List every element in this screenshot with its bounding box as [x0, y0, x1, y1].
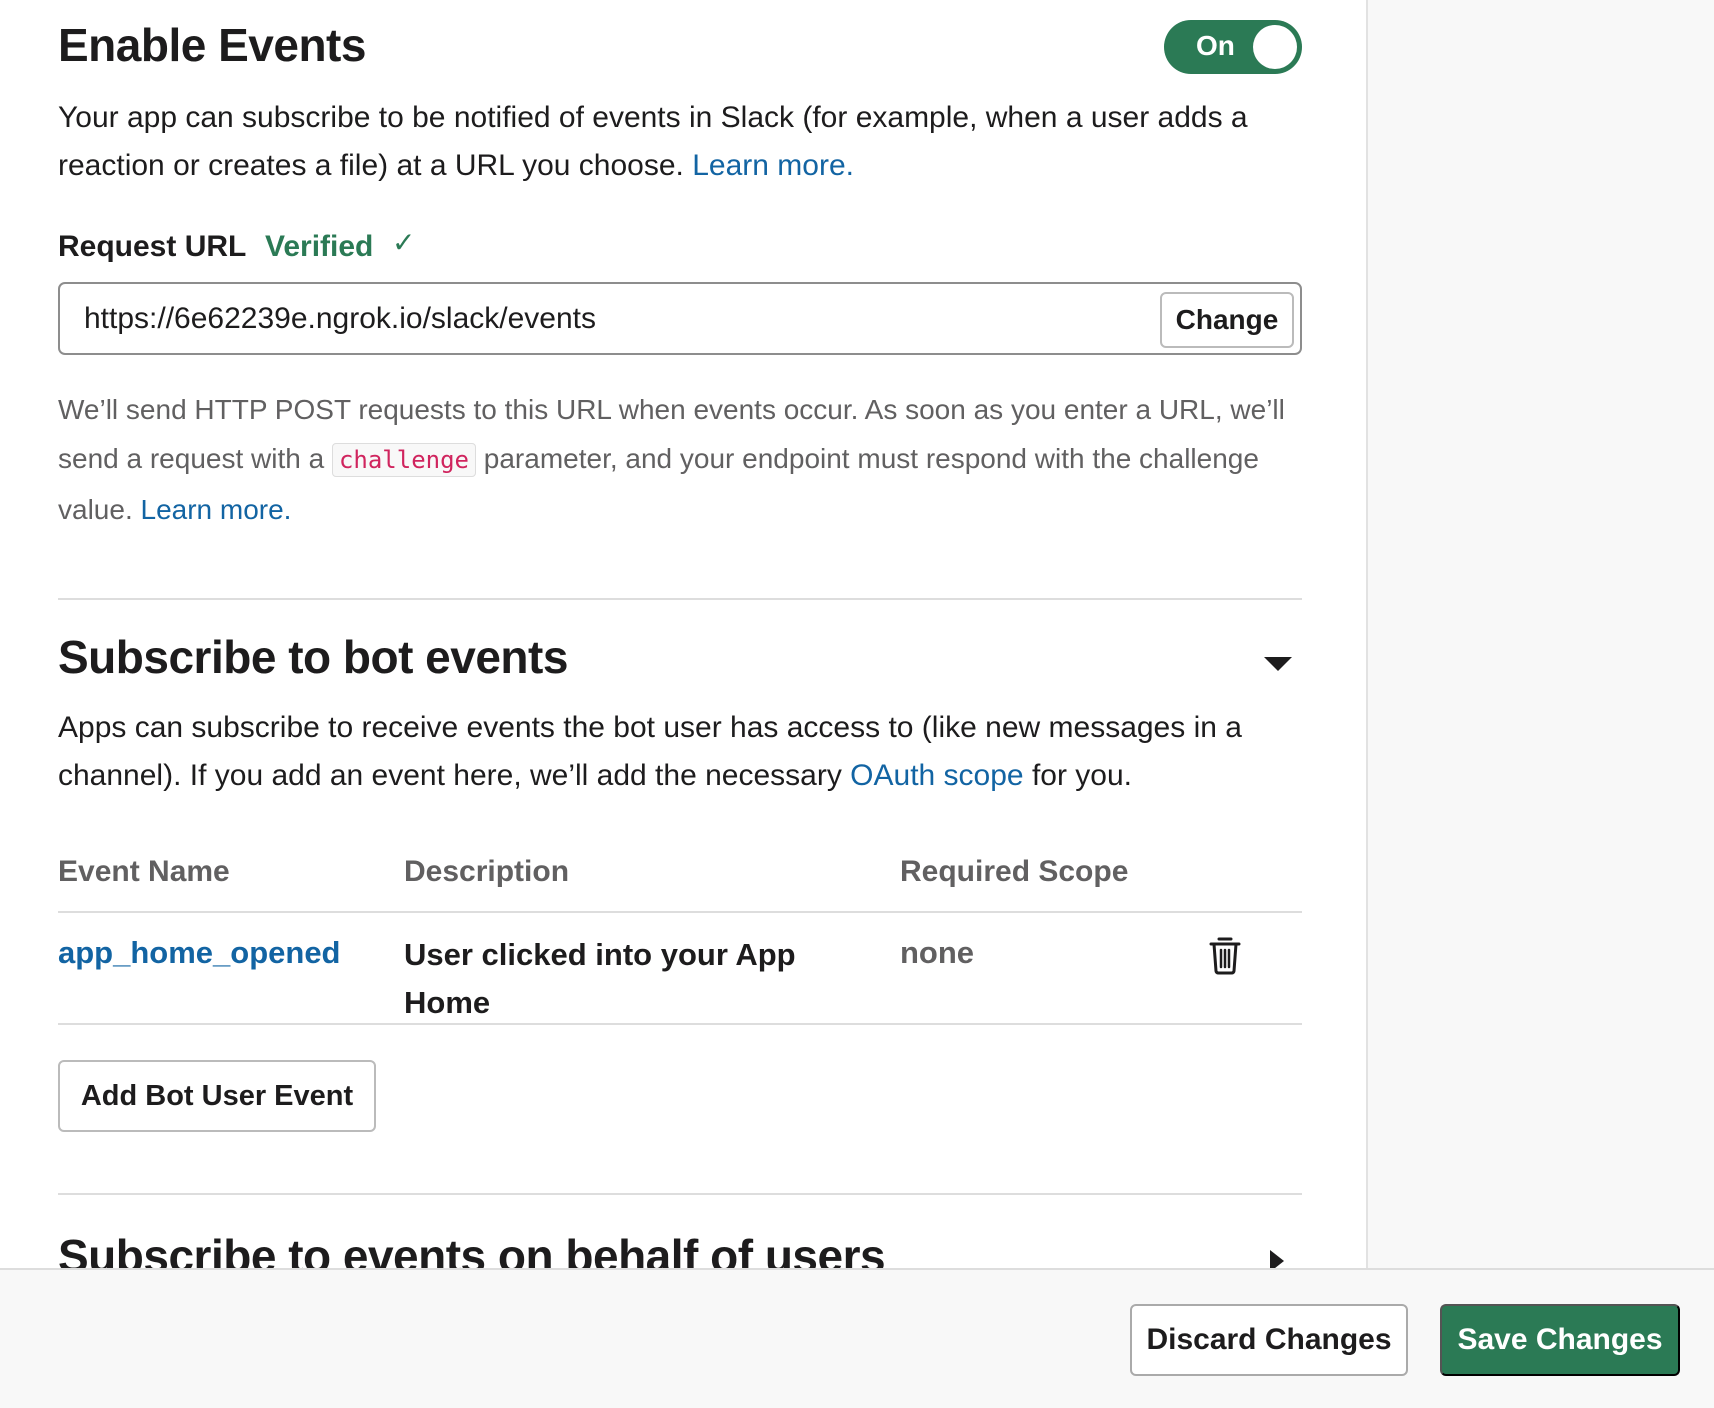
trash-icon[interactable]: [1208, 935, 1242, 975]
side-panel: [1366, 0, 1714, 1408]
challenge-code: challenge: [331, 443, 476, 477]
caret-down-icon[interactable]: [1264, 657, 1292, 671]
main-content: Enable Events On Your app can subscribe …: [0, 0, 1366, 1408]
save-changes-button[interactable]: Save Changes: [1440, 1304, 1680, 1376]
column-header-required-scope: Required Scope: [900, 855, 1129, 888]
request-url-field[interactable]: https://6e62239e.ngrok.io/slack/events C…: [58, 282, 1302, 355]
event-required-scope: none: [900, 935, 975, 970]
oauth-scope-link[interactable]: OAuth scope: [850, 759, 1023, 792]
enable-events-toggle[interactable]: On: [1164, 20, 1302, 74]
request-url-label: Request URL: [58, 230, 247, 263]
enable-events-title: Enable Events: [58, 19, 366, 71]
user-events-title: Subscribe to events on behalf of users: [58, 1225, 885, 1269]
enable-events-description: Your app can subscribe to be notified of…: [58, 94, 1302, 190]
event-name-link[interactable]: app_home_opened: [58, 935, 341, 971]
column-header-event-name: Event Name: [58, 855, 230, 888]
toggle-knob: [1253, 25, 1297, 69]
section-divider-2: [58, 1193, 1302, 1195]
check-icon: ✓: [392, 227, 416, 258]
event-description: User clicked into your App Home: [404, 937, 796, 1020]
table-row-divider: [58, 1023, 1302, 1025]
bot-events-description-text-2: for you.: [1031, 759, 1133, 792]
section-divider: [58, 598, 1302, 600]
bot-events-title: Subscribe to bot events: [58, 631, 568, 683]
user-events-title-text: Subscribe to events on behalf of users: [58, 1230, 886, 1269]
learn-more-link-2[interactable]: Learn more.: [141, 494, 292, 525]
page: Enable Events On Your app can subscribe …: [0, 0, 1714, 1408]
bot-events-description: Apps can subscribe to receive events the…: [58, 704, 1302, 800]
table-header-divider: [58, 911, 1302, 913]
enable-events-description-text: Your app can subscribe to be notified of…: [58, 101, 1248, 182]
request-url-value: https://6e62239e.ngrok.io/slack/events: [84, 302, 596, 335]
save-footer: Discard Changes Save Changes: [0, 1268, 1714, 1408]
learn-more-link[interactable]: Learn more.: [692, 149, 854, 182]
change-url-button[interactable]: Change: [1160, 292, 1294, 348]
toggle-label: On: [1196, 30, 1235, 61]
discard-changes-button[interactable]: Discard Changes: [1130, 1304, 1408, 1376]
request-url-help: We’ll send HTTP POST requests to this UR…: [58, 385, 1302, 534]
column-header-description: Description: [404, 855, 570, 888]
verified-status: Verified: [265, 230, 374, 263]
add-bot-user-event-button[interactable]: Add Bot User Event: [58, 1060, 376, 1132]
